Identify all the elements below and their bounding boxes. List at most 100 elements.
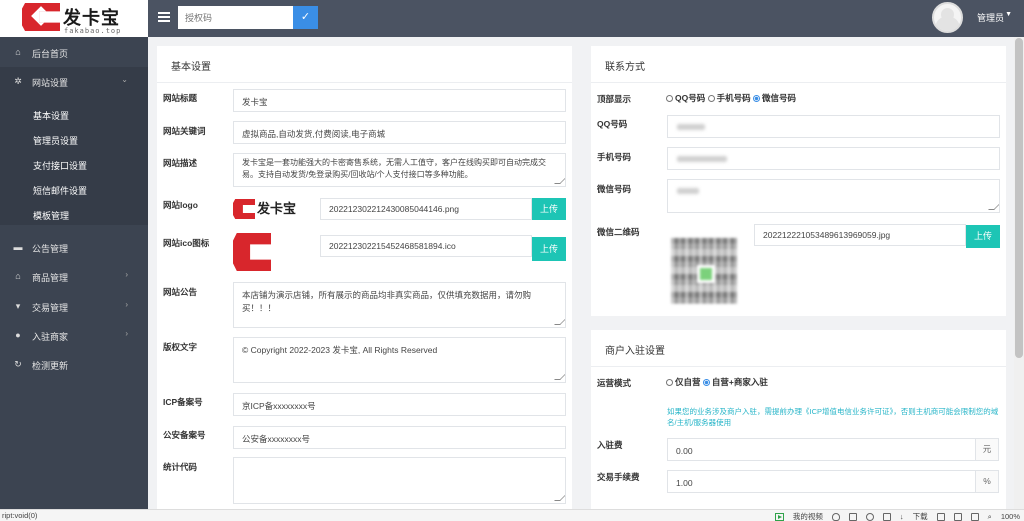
logo-filename-field[interactable]: 20221230221243008504414​6.png: [320, 198, 532, 220]
my-videos-link[interactable]: 我的视频: [793, 511, 823, 521]
radio-qq[interactable]: QQ号码: [666, 93, 705, 103]
sidebar-item-label: 检测更新: [32, 361, 69, 371]
megaphone-icon: ▬: [13, 242, 23, 252]
keywords-field[interactable]: 虚拟商品,自动发货,付费阅读,电子商城: [233, 121, 566, 144]
sidebar-item-trades[interactable]: ▾ 交易管理 ›: [0, 292, 148, 321]
translate-icon[interactable]: [882, 512, 891, 521]
qq-field[interactable]: [667, 115, 1000, 138]
chevron-down-icon: ⌄: [121, 75, 128, 84]
radio-selected-icon: [702, 379, 710, 386]
radio-phone[interactable]: 手机号码: [707, 93, 751, 103]
radio-wechat[interactable]: 微信号码: [753, 93, 796, 103]
wechat-field[interactable]: [667, 179, 1000, 213]
fee-rate-field[interactable]: 1.00: [667, 470, 976, 493]
auth-code-input[interactable]: [178, 6, 293, 29]
icp-label: ICP备案号: [163, 397, 203, 407]
wechat-qr-upload-button[interactable]: 上传: [966, 225, 1000, 248]
browser-status-bar: ript:void(0) 我的视频 ↓ 下载 ⌕ 100%: [0, 509, 1024, 521]
keywords-label: 网站关键词: [163, 126, 206, 136]
sound-icon[interactable]: [970, 512, 979, 521]
radio-self-operated[interactable]: 仅自营: [666, 377, 701, 387]
merchant-settings-panel: 商户入驻设置 运营模式 仅自营 自营+商家入驻 如果您的业务涉及商户入驻，需提前…: [591, 330, 1006, 509]
divider: [591, 82, 1006, 83]
sidebar-item-site-settings[interactable]: ✲ 网站设置 ⌄: [0, 67, 148, 96]
sidebar-item-announcements[interactable]: ▬ 公告管理: [0, 233, 148, 262]
grid-icon[interactable]: [936, 512, 945, 521]
description-label: 网站描述: [163, 158, 198, 168]
screenshot-icon[interactable]: [848, 512, 857, 521]
resize-handle-icon[interactable]: [988, 204, 999, 210]
copyright-text: © Copyright 2022-2023 发卡宝, All Rights Re…: [242, 345, 438, 355]
sidebar-item-home[interactable]: ⌂ 后台首页: [0, 38, 148, 67]
ico-upload-button[interactable]: 上传: [532, 237, 566, 261]
fee-rate-unit: %: [975, 470, 999, 493]
sidebar-item-label: 后台首页: [32, 49, 69, 59]
radio-label: QQ号码: [675, 93, 706, 103]
radio-label: 微信号码: [762, 93, 797, 103]
sidebar-item-check-update[interactable]: ↻ 检测更新: [0, 350, 148, 379]
download-arrow-icon[interactable]: ↓: [900, 512, 904, 521]
auth-submit-button[interactable]: ✓: [293, 6, 318, 29]
resize-handle-icon[interactable]: [554, 178, 565, 184]
sidebar-subitem-templates[interactable]: 模板管理: [33, 209, 69, 222]
browser-icon[interactable]: [865, 512, 874, 521]
police-field[interactable]: 公安备xxxxxxxx号: [233, 426, 566, 449]
resize-handle-icon[interactable]: [554, 495, 565, 501]
ico-preview: [233, 233, 271, 271]
sidebar-subitem-basic[interactable]: 基本设置: [33, 109, 69, 122]
video-icon[interactable]: [774, 512, 784, 521]
logo[interactable]: 发卡宝 fakabao.top: [0, 0, 148, 37]
image-icon[interactable]: [953, 512, 962, 521]
notice-textarea[interactable]: 本店铺为演示店铺，所有展示的商品均非真实商品，仅供填充数据用，请勿购买！！！: [233, 282, 566, 328]
caret-down-icon[interactable]: ▼: [1005, 11, 1012, 18]
sidebar-submenu: 基本设置 管理员设置 支付接口设置 短信邮件设置 模板管理: [0, 96, 148, 225]
scrollbar-thumb[interactable]: [1015, 38, 1023, 358]
wechat-qr-filename-field[interactable]: 20221222105348961396905​9.jpg: [754, 224, 966, 246]
site-title-field[interactable]: 发卡宝: [233, 89, 566, 112]
description-textarea[interactable]: 发卡宝是一套功能强大的卡密寄售系统，无需人工值守，客户在线购买即可自动完成交易。…: [233, 153, 566, 187]
stats-code-textarea[interactable]: [233, 457, 566, 504]
resize-handle-icon[interactable]: [554, 374, 565, 380]
status-url: ript:void(0): [2, 511, 38, 520]
brand-domain: fakabao.top: [64, 27, 122, 35]
sidebar-item-merchants[interactable]: ● 入驻商家 ›: [0, 321, 148, 350]
wechat-qr-label: 微信二维码: [597, 227, 640, 237]
menu-toggle-icon[interactable]: [158, 12, 170, 22]
zoom-level[interactable]: 100%: [1001, 512, 1020, 521]
chevron-right-icon: ›: [125, 329, 128, 338]
icp-field[interactable]: 京ICP备xxxxxxxx号: [233, 393, 566, 416]
radio-label: 自营+商家入驻: [711, 377, 768, 387]
operation-mode-label: 运营模式: [597, 378, 632, 388]
home-icon: ⌂: [15, 47, 21, 57]
panel-title: 联系方式: [605, 62, 645, 73]
logo-preview: 发卡宝: [233, 197, 299, 223]
logo-preview-icon: [233, 199, 255, 219]
avatar[interactable]: [932, 2, 963, 33]
entry-fee-field[interactable]: 0.00: [667, 438, 976, 461]
top-bar: ✓ 管理员 ▼: [148, 0, 1024, 37]
logo-label: 网站logo: [163, 200, 198, 210]
panel-title: 基本设置: [171, 62, 211, 73]
sidebar-subitem-sms-email[interactable]: 短信邮件设置: [33, 184, 87, 197]
sidebar-subitem-payment[interactable]: 支付接口设置: [33, 159, 87, 172]
cart-icon: ▾: [15, 301, 21, 311]
sidebar-item-products[interactable]: ⌂ 商品管理 ›: [0, 262, 148, 291]
sidebar: ⌂ 后台首页 ✲ 网站设置 ⌄ 基本设置 管理员设置 支付接口设置 短信邮件设置…: [0, 37, 148, 509]
shield-icon[interactable]: [831, 512, 840, 521]
sidebar-item-label: 商品管理: [32, 273, 69, 283]
download-link[interactable]: 下载: [913, 511, 928, 521]
resize-handle-icon[interactable]: [554, 319, 565, 325]
radio-self-and-merchants[interactable]: 自营+商家入驻: [702, 377, 768, 387]
phone-field[interactable]: [667, 147, 1000, 170]
zoom-search-icon[interactable]: ⌕: [988, 512, 992, 521]
admin-menu[interactable]: 管理员: [977, 11, 1004, 24]
radio-icon: [666, 95, 673, 102]
status-tools: 我的视频 ↓ 下载 ⌕ 100%: [774, 511, 1020, 521]
copyright-textarea[interactable]: © Copyright 2022-2023 发卡宝, All Rights Re…: [233, 337, 566, 383]
ico-filename-field[interactable]: 20221230221545246858189​4.ico: [320, 235, 532, 257]
sidebar-subitem-admin[interactable]: 管理员设置: [33, 134, 78, 147]
logo-upload-button[interactable]: 上传: [532, 198, 566, 220]
basic-settings-panel: 基本设置 网站标题 发卡宝 网站关键词 虚拟商品,自动发货,付费阅读,电子商城 …: [157, 46, 572, 509]
chevron-right-icon: ›: [125, 270, 128, 279]
divider: [157, 82, 572, 83]
